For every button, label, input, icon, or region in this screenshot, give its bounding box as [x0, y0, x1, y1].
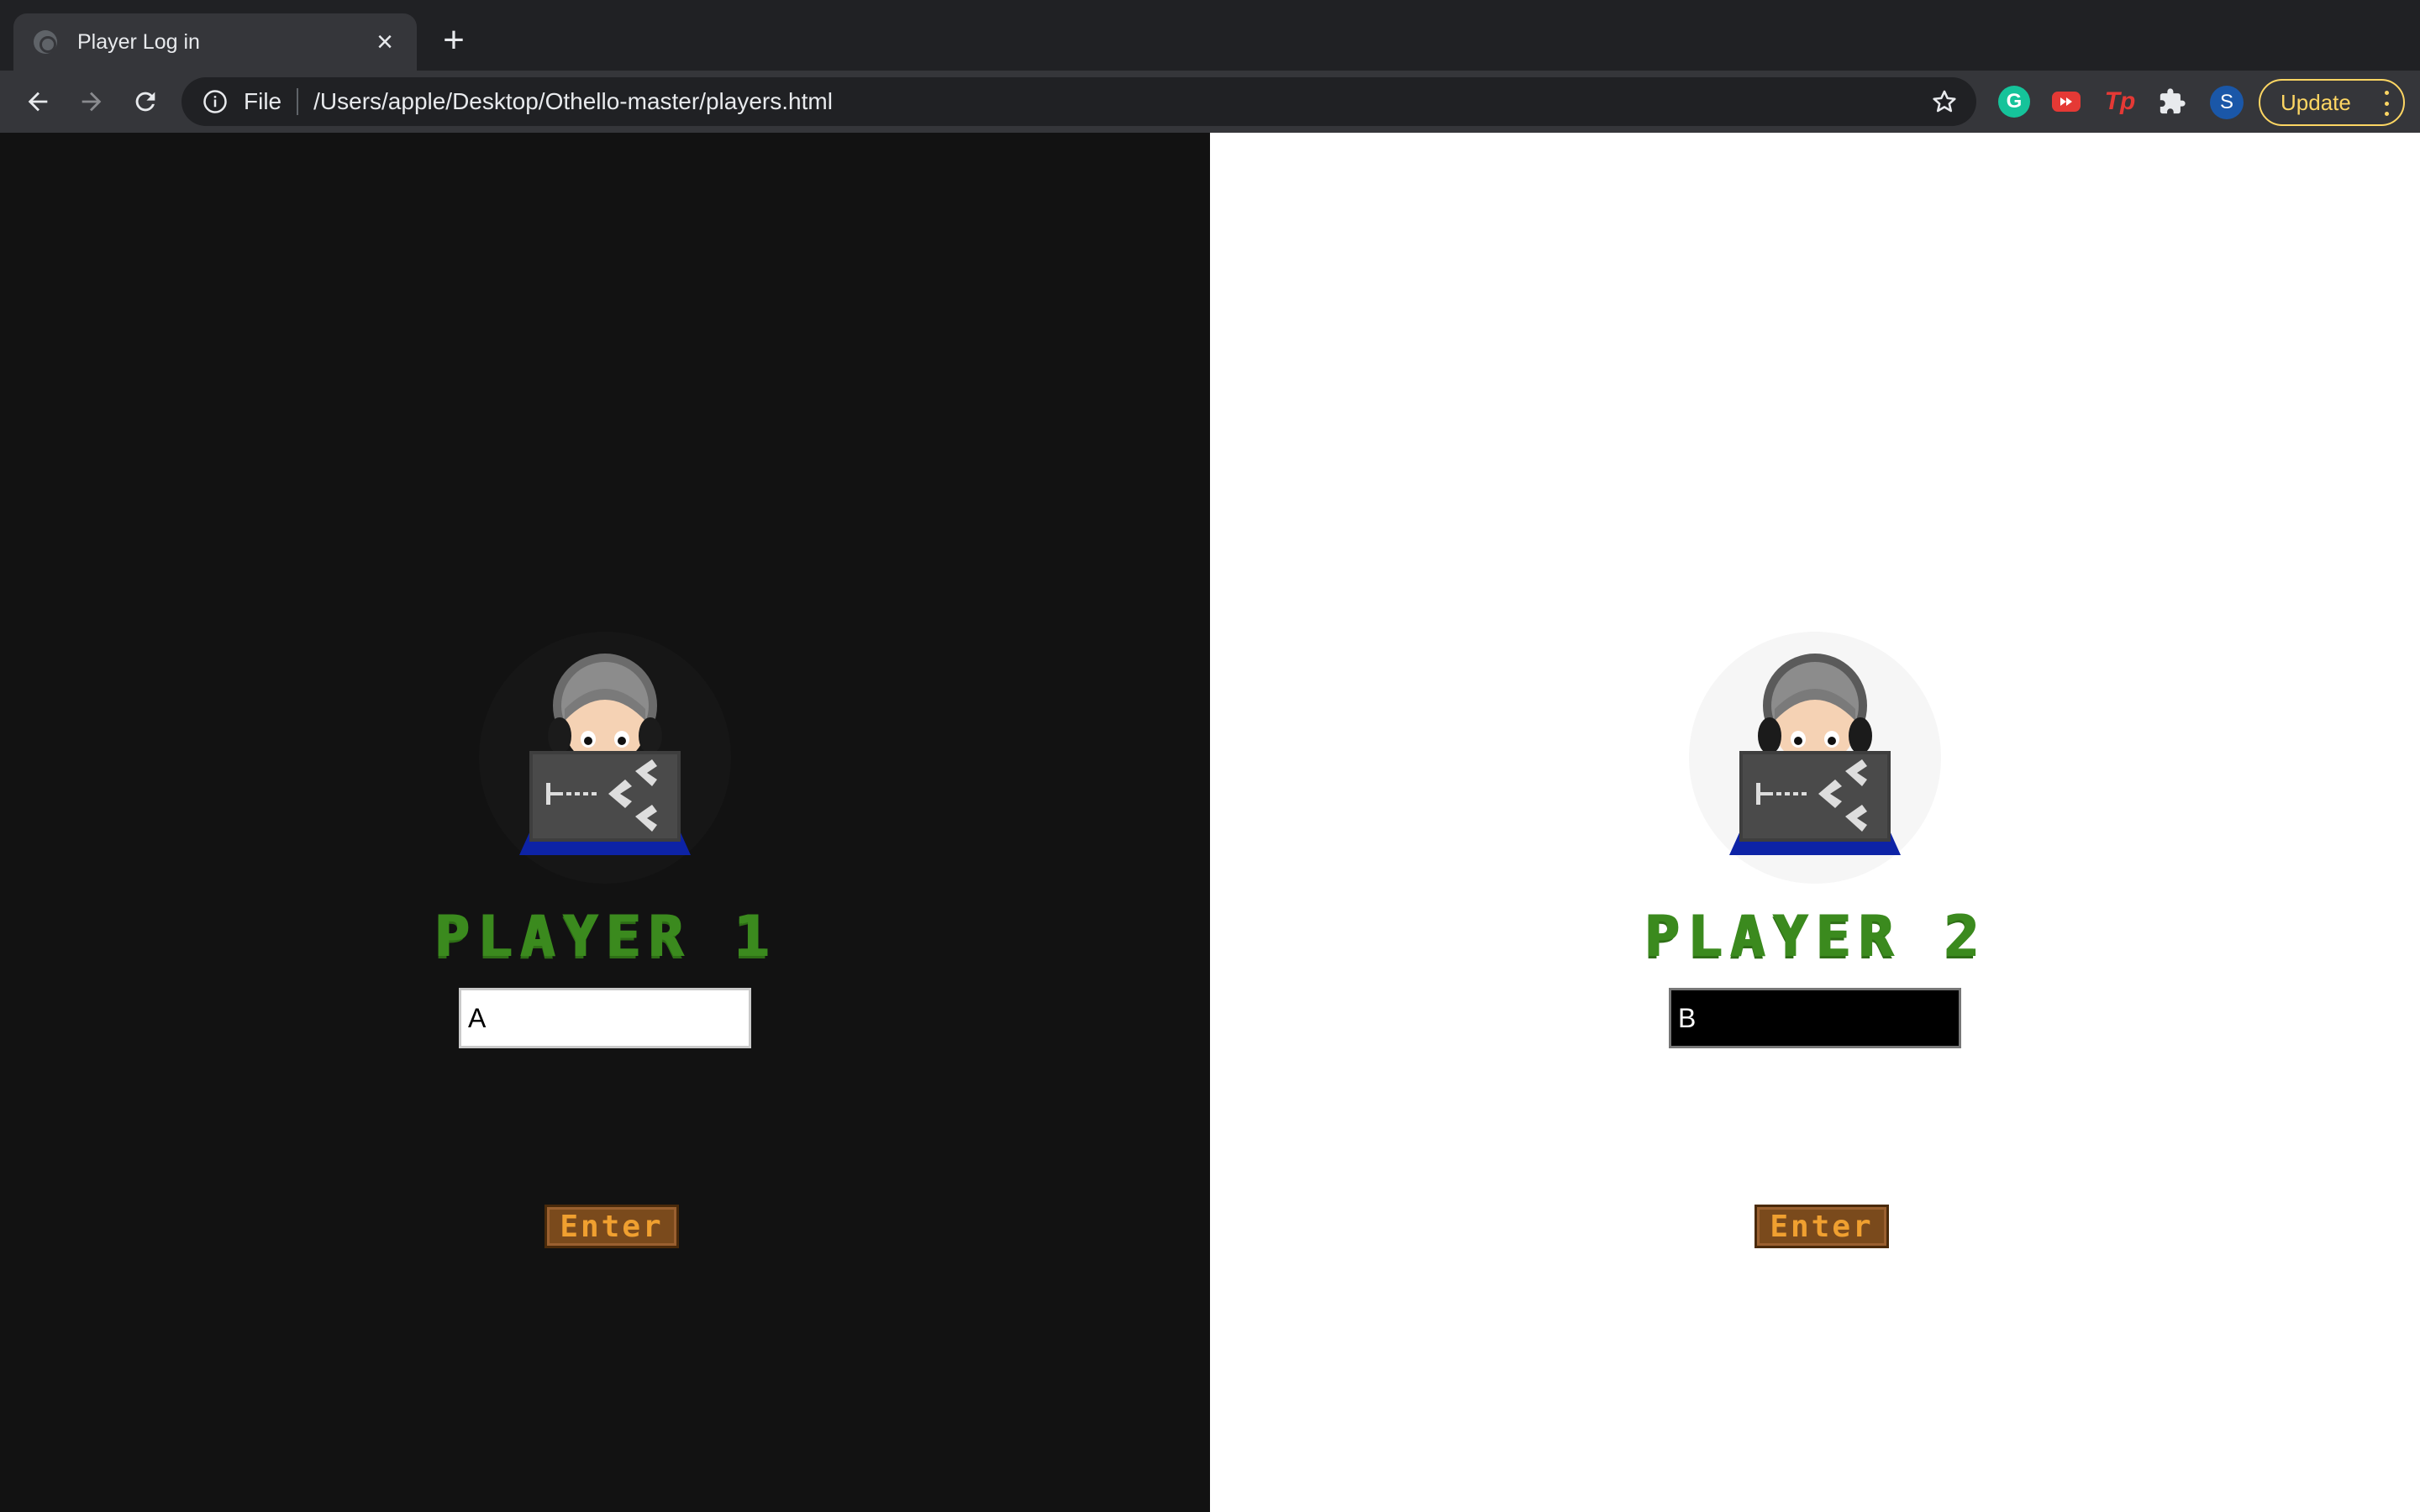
player-2-panel: PLAYER 2 Enter: [1210, 133, 2420, 1512]
kebab-menu-icon[interactable]: [2383, 91, 2390, 116]
update-label: Update: [2281, 89, 2351, 115]
info-icon[interactable]: [202, 88, 229, 115]
tab-strip: Player Log in × +: [0, 0, 2420, 71]
url-text[interactable]: /Users/apple/Desktop/Othello-master/play…: [313, 88, 1928, 115]
forward-button[interactable]: [72, 82, 111, 121]
player-2-card: PLAYER 2 Enter: [1210, 133, 2420, 1512]
player-1-title: PLAYER 1: [434, 904, 776, 970]
youtube-icon[interactable]: [2050, 86, 2082, 118]
profile-avatar[interactable]: S: [2210, 86, 2244, 119]
star-icon[interactable]: [1928, 85, 1961, 118]
player-1-card: PLAYER 1 Enter: [0, 133, 1210, 1512]
omnibox-divider: [297, 88, 299, 115]
arrow-right-icon: [82, 92, 102, 112]
reload-button[interactable]: [126, 82, 165, 121]
address-bar[interactable]: File /Users/apple/Desktop/Othello-master…: [182, 77, 1976, 126]
browser-toolbar: File /Users/apple/Desktop/Othello-master…: [0, 71, 2420, 133]
browser-tab[interactable]: Player Log in ×: [13, 13, 417, 71]
tab-title: Player Log in: [77, 29, 200, 54]
update-button[interactable]: Update: [2259, 79, 2405, 126]
player-2-name-input[interactable]: [1669, 988, 1961, 1048]
page-content: PLAYER 1 Enter: [0, 133, 2420, 1512]
player-2-title: PLAYER 2: [1644, 904, 1986, 970]
globe-icon: [34, 30, 57, 54]
player-avatar-icon: [479, 632, 731, 884]
player-2-enter-button[interactable]: Enter: [1754, 1205, 1889, 1248]
back-button[interactable]: [18, 82, 57, 121]
close-icon[interactable]: ×: [370, 27, 400, 57]
grammarly-icon[interactable]: G: [1998, 86, 2030, 118]
reload-icon: [135, 92, 155, 112]
tp-icon[interactable]: Tp: [2104, 86, 2136, 118]
player-1-enter-button[interactable]: Enter: [544, 1205, 679, 1248]
arrow-left-icon: [28, 92, 48, 112]
scheme-label: File: [244, 88, 282, 114]
player-1-panel: PLAYER 1 Enter: [0, 133, 1210, 1512]
player-avatar-icon: [1689, 632, 1941, 884]
player-1-name-input[interactable]: [459, 988, 751, 1048]
new-tab-button[interactable]: +: [434, 20, 474, 60]
puzzle-icon[interactable]: [2156, 86, 2188, 118]
